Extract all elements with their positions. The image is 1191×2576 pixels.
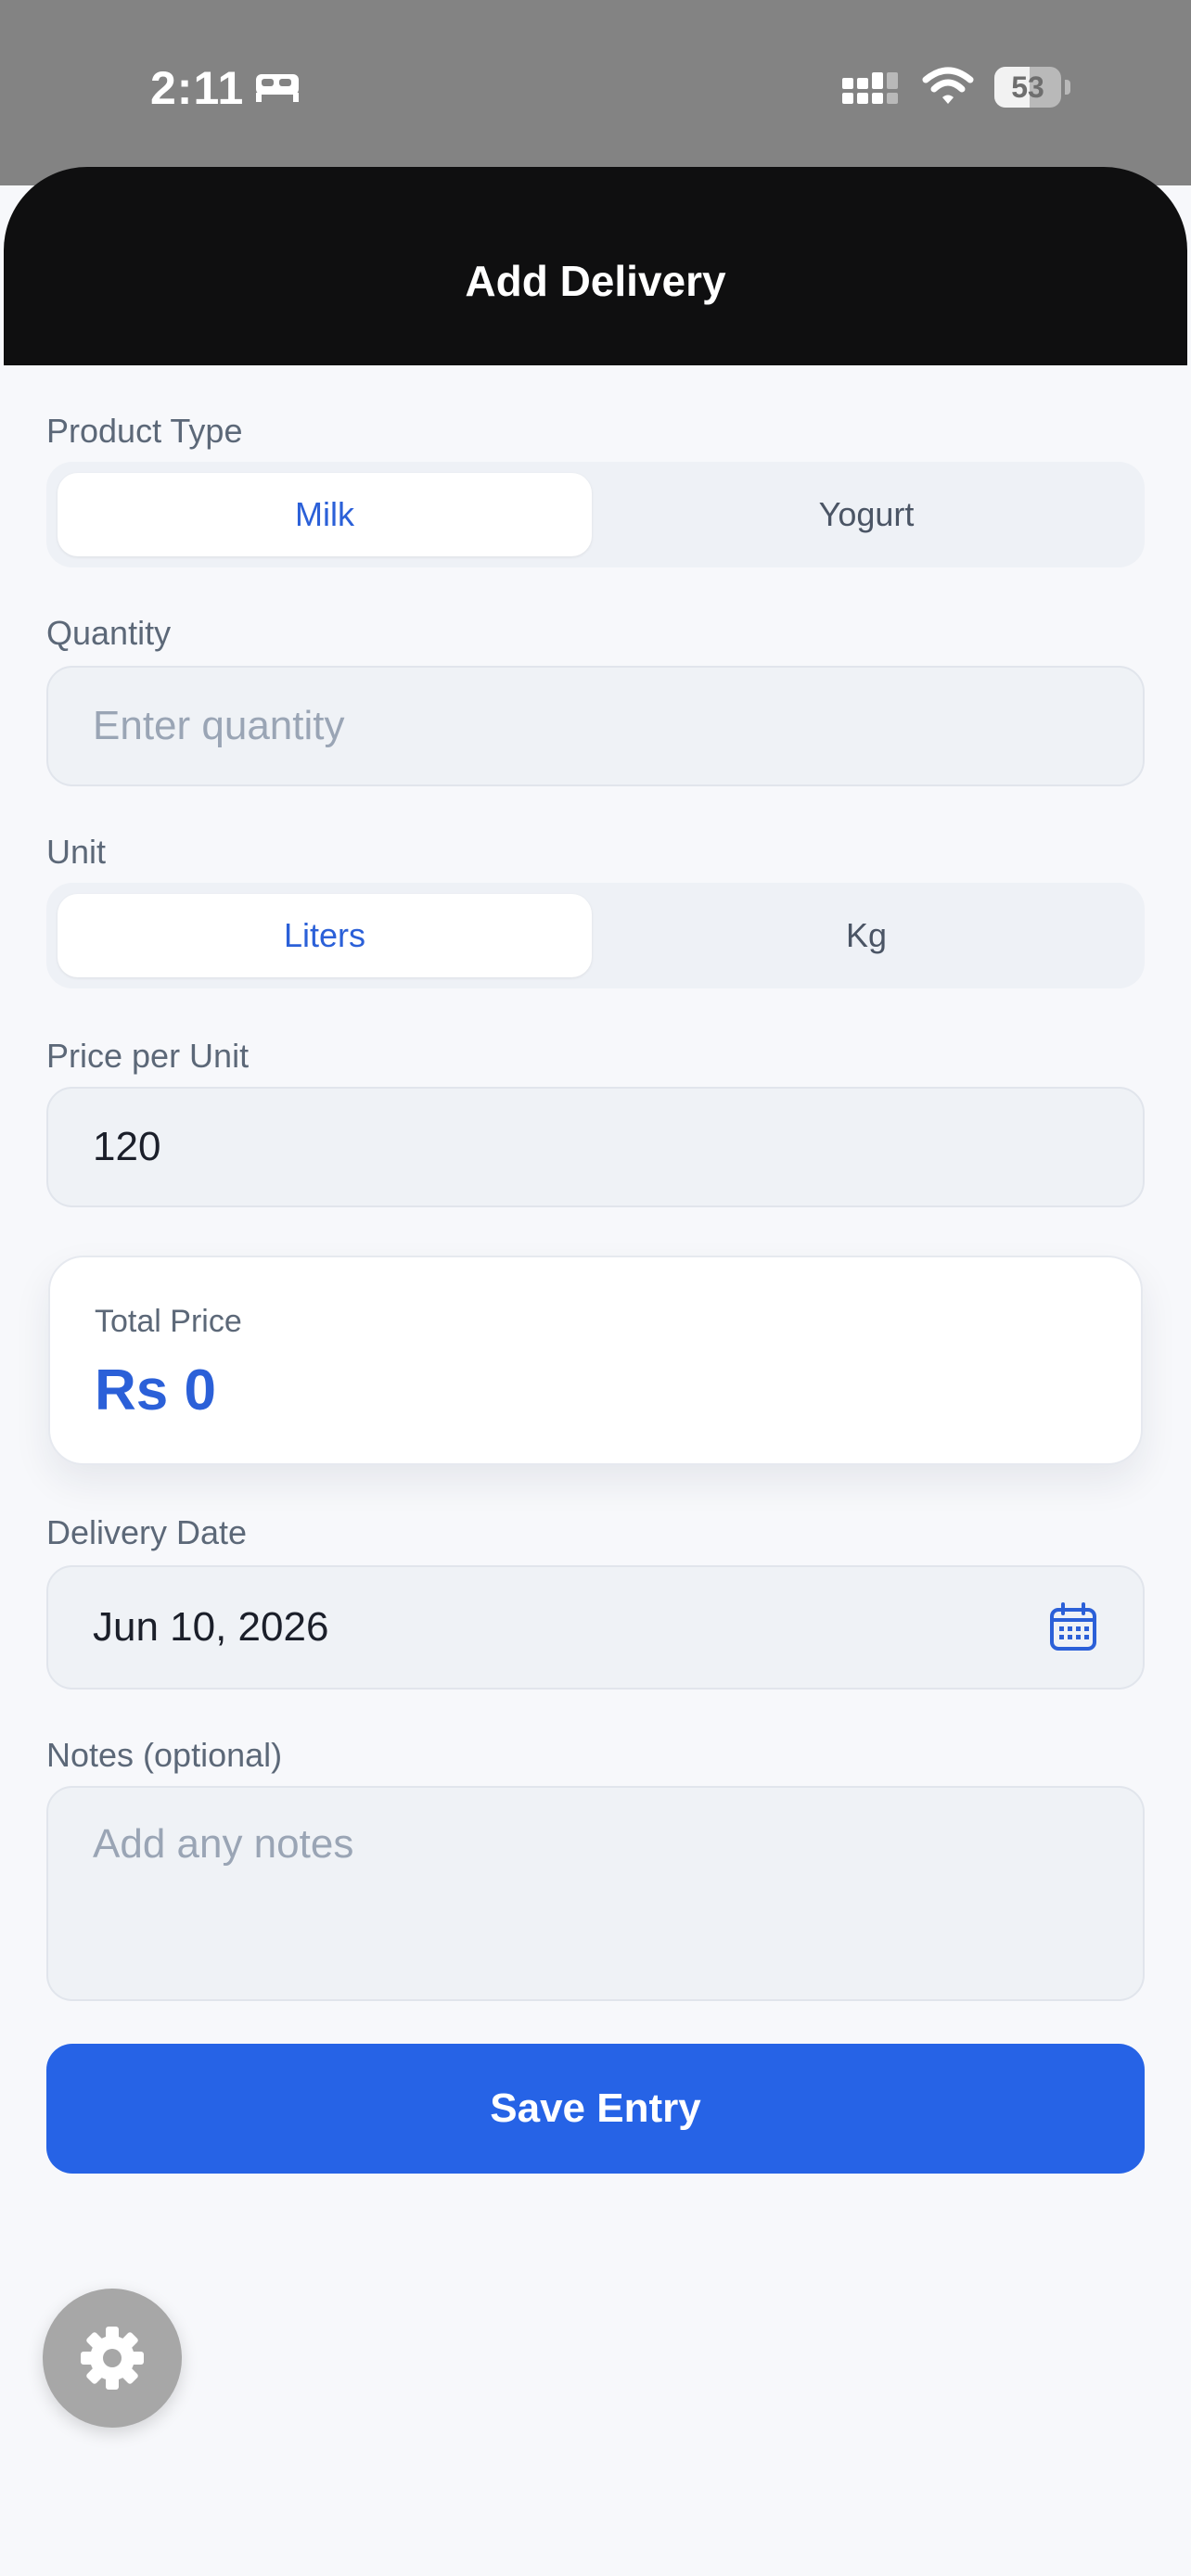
price-per-unit-label: Price per Unit xyxy=(46,1037,250,1075)
gear-icon xyxy=(81,2327,144,2390)
battery-percent: 53 xyxy=(1011,70,1044,104)
battery-indicator: 53 xyxy=(994,67,1072,108)
quantity-input[interactable]: Enter quantity xyxy=(46,666,1145,786)
product-type-segmented-control: Milk Yogurt xyxy=(46,462,1145,567)
status-time: 2:11 xyxy=(150,62,245,114)
notes-label: Notes (optional) xyxy=(46,1736,283,1774)
wifi-icon xyxy=(922,67,974,104)
cellular-signal-icon xyxy=(842,72,898,104)
page-title: Add Delivery xyxy=(465,257,726,305)
product-type-option-milk[interactable]: Milk xyxy=(58,473,592,556)
unit-segmented-control: Liters Kg xyxy=(46,883,1145,988)
settings-button[interactable] xyxy=(43,2289,182,2428)
bed-icon xyxy=(256,74,299,102)
quantity-label: Quantity xyxy=(46,614,172,652)
delivery-date-label: Delivery Date xyxy=(46,1513,248,1551)
screen-header: Add Delivery xyxy=(4,167,1187,365)
total-price-value: Rs 0 xyxy=(95,1358,216,1422)
product-type-label: Product Type xyxy=(46,412,243,450)
price-per-unit-input[interactable]: 120 xyxy=(46,1087,1145,1207)
delivery-date-value: Jun 10, 2026 xyxy=(93,1604,329,1650)
notes-textarea[interactable]: Add any notes xyxy=(46,1786,1145,2001)
unit-option-kg[interactable]: Kg xyxy=(599,894,1133,977)
calendar-icon[interactable] xyxy=(1048,1602,1098,1652)
save-entry-button[interactable]: Save Entry xyxy=(46,2044,1145,2174)
status-bar: 2:11 53 xyxy=(0,0,1191,185)
delivery-date-field[interactable]: Jun 10, 2026 xyxy=(46,1565,1145,1690)
unit-label: Unit xyxy=(46,833,107,871)
product-type-option-yogurt[interactable]: Yogurt xyxy=(599,473,1133,556)
total-price-card: Total Price Rs 0 xyxy=(48,1256,1143,1465)
total-price-label: Total Price xyxy=(95,1304,242,1339)
unit-option-liters[interactable]: Liters xyxy=(58,894,592,977)
